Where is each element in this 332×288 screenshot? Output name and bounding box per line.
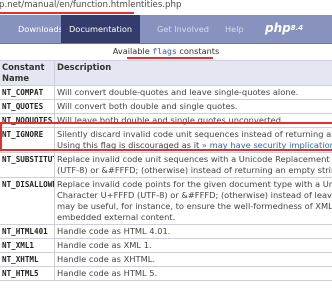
row-highlight-box: [0, 122, 332, 151]
constant-description: Handle code as XHTML.: [54, 252, 332, 267]
table-header-row: Constant Name Description: [0, 60, 332, 86]
description-line: may be useful, for instance, to ensure t…: [57, 201, 332, 211]
constant-name: NT_SUBSTITUTE: [0, 152, 55, 178]
constant-description: Handle code as XML 1.: [54, 238, 332, 253]
description-line: Handle code as HTML 5.: [57, 268, 158, 278]
table-row: NT_XHTML Handle code as XHTML.: [0, 252, 332, 267]
caption-highlight-underline: [127, 57, 213, 59]
nav-downloads[interactable]: Downloads: [18, 15, 63, 43]
url-text: p.net/manual/en/function.htmlentities.ph…: [0, 0, 182, 10]
caption-flag: flags: [152, 46, 177, 56]
nav-get-involved[interactable]: Get Involved: [157, 15, 209, 43]
address-bar[interactable]: p.net/manual/en/function.htmlentities.ph…: [0, 0, 332, 15]
table-row: NT_SUBSTITUTE Replace invalid code unit …: [0, 152, 332, 178]
table-row: NT_COMPAT Will convert double-quotes and…: [0, 85, 332, 100]
table-row: NT_HTML5 Handle code as HTML 5.: [0, 266, 332, 281]
description-line: Replace invalid code unit sequences with…: [57, 154, 332, 164]
description-line: (UTF-8) or &#FFFD; (otherwise) instead o…: [57, 165, 332, 175]
constant-description: Will convert both double and single quot…: [54, 99, 332, 114]
caption-suffix: constants: [179, 46, 220, 56]
header-constant-name: Constant Name: [0, 60, 55, 86]
description-line: Handle code as HTML 4.01.: [57, 226, 171, 236]
description-line: Will convert double-quotes and leave sin…: [57, 87, 299, 97]
url-highlight-underline: [0, 12, 134, 14]
constant-name: NT_QUOTES: [0, 99, 55, 114]
description-line: Character U+FFFD (UTF-8) or &#FFFD; (oth…: [57, 190, 332, 200]
table-row: NT_DISALLOWED Replace invalid code point…: [0, 177, 332, 225]
constant-description: Replace invalid code unit sequences with…: [54, 152, 332, 178]
constant-description: Handle code as HTML 4.01.: [54, 224, 332, 239]
nav-divider: [0, 43, 332, 44]
php-logo-version: 8.4: [290, 24, 304, 32]
constant-name: NT_XHTML: [0, 252, 55, 267]
description-line: embedded external content.: [57, 212, 176, 222]
nav-help[interactable]: Help: [225, 15, 244, 43]
table-row: NT_QUOTES Will convert both double and s…: [0, 99, 332, 114]
constant-name: NT_XML1: [0, 238, 55, 253]
constant-name: NT_HTML401: [0, 224, 55, 239]
php-logo[interactable]: php8.4: [265, 20, 304, 37]
description-line: Will convert both double and single quot…: [57, 101, 238, 111]
constant-name: NT_DISALLOWED: [0, 177, 55, 225]
constant-description: Handle code as HTML 5.: [54, 266, 332, 281]
php-logo-text: php: [265, 21, 291, 35]
nav-documentation[interactable]: Documentation: [61, 15, 141, 43]
caption-prefix: Available: [112, 46, 150, 56]
header-description: Description: [54, 60, 332, 86]
constant-name: NT_HTML5: [0, 266, 55, 281]
constant-name: NT_COMPAT: [0, 85, 55, 100]
description-line: Replace invalid code points for the give…: [57, 179, 332, 189]
table-caption: Available flags constants: [0, 46, 332, 56]
table-row: NT_HTML401 Handle code as HTML 4.01.: [0, 224, 332, 239]
constant-description: Will convert double-quotes and leave sin…: [54, 85, 332, 100]
constants-table: Constant Name Description NT_COMPAT Will…: [0, 60, 332, 281]
table-row: NT_XML1 Handle code as XML 1.: [0, 238, 332, 253]
description-line: Handle code as XHTML.: [57, 254, 155, 264]
constant-description: Replace invalid code points for the give…: [54, 177, 332, 225]
description-line: Handle code as XML 1.: [57, 240, 152, 250]
